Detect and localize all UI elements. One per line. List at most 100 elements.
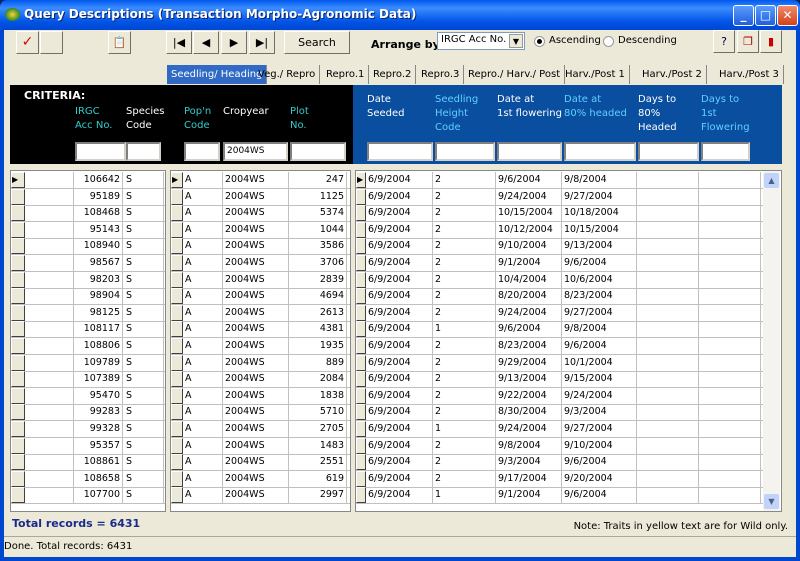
table-row[interactable]: 6/9/2004 2 9/1/2004 9/6/2004 <box>356 255 763 272</box>
table-row[interactable]: 6/9/2004 2 9/29/2004 10/1/2004 <box>356 354 763 372</box>
row-selector[interactable] <box>11 487 25 504</box>
table-row[interactable]: 6/9/2004 2 10/12/2004 10/15/2004 <box>356 221 763 239</box>
table-row[interactable]: ▶ A 2004WS 247 <box>171 172 350 189</box>
table-row[interactable]: A 2004WS 4694 <box>171 288 350 306</box>
table-row[interactable]: 108940 S <box>11 238 165 256</box>
first-record-button[interactable]: |◀ <box>166 31 192 54</box>
row-selector[interactable] <box>11 354 25 371</box>
table-row[interactable]: A 2004WS 1044 <box>171 221 350 239</box>
row-selector[interactable] <box>356 238 366 255</box>
row-selector[interactable] <box>11 271 25 288</box>
row-selector[interactable] <box>356 421 366 437</box>
criteria-input[interactable] <box>564 142 636 161</box>
ascending-radio[interactable] <box>534 36 545 47</box>
criteria-input[interactable] <box>367 142 433 161</box>
scroll-up-icon[interactable]: ▲ <box>764 173 779 188</box>
table-row[interactable]: A 2004WS 3706 <box>171 255 350 272</box>
table-row[interactable]: 6/9/2004 2 10/4/2004 10/6/2004 <box>356 271 763 289</box>
table-row[interactable]: 95470 S <box>11 387 165 405</box>
minimize-button[interactable]: _ <box>733 5 754 26</box>
tab-harv-post-3[interactable]: Harv./Post 3 <box>715 65 784 84</box>
row-selector[interactable] <box>11 304 25 321</box>
table-row[interactable]: 98203 S <box>11 271 165 289</box>
row-selector[interactable] <box>11 470 25 487</box>
last-record-button[interactable]: ▶| <box>249 31 275 54</box>
row-selector[interactable] <box>171 437 183 454</box>
table-row[interactable]: A 2004WS 619 <box>171 470 350 488</box>
table-row[interactable]: 6/9/2004 2 8/30/2004 9/3/2004 <box>356 404 763 422</box>
exit-door-icon-button[interactable]: ▮ <box>760 30 782 53</box>
check-icon-button[interactable]: ✓ <box>16 31 39 54</box>
criteria-input[interactable] <box>184 142 220 161</box>
row-selector[interactable] <box>11 338 25 354</box>
table-row[interactable]: A 2004WS 2551 <box>171 454 350 472</box>
criteria-input[interactable] <box>701 142 750 161</box>
table-row[interactable]: 98567 S <box>11 255 165 272</box>
row-selector[interactable] <box>11 288 25 305</box>
tab-repro-harv-post[interactable]: Repro./ Harv./ Post <box>464 65 566 84</box>
table-row[interactable]: 98125 S <box>11 304 165 322</box>
row-selector[interactable] <box>356 437 366 454</box>
blank-button[interactable] <box>40 31 63 54</box>
row-selector[interactable] <box>356 255 366 271</box>
criteria-input[interactable]: 2004WS <box>223 142 288 161</box>
table-row[interactable]: 107389 S <box>11 371 165 389</box>
criteria-input[interactable] <box>290 142 346 161</box>
close-button[interactable]: ✕ <box>777 5 798 26</box>
table-row[interactable]: 6/9/2004 2 9/17/2004 9/20/2004 <box>356 470 763 488</box>
row-selector[interactable] <box>171 454 183 471</box>
row-selector[interactable] <box>11 205 25 222</box>
table-row[interactable]: A 2004WS 3586 <box>171 238 350 256</box>
row-selector[interactable] <box>11 454 25 471</box>
row-selector[interactable]: ▶ <box>356 172 366 188</box>
table-row[interactable]: 6/9/2004 2 9/10/2004 9/13/2004 <box>356 238 763 256</box>
row-selector[interactable] <box>356 271 366 288</box>
row-selector[interactable] <box>171 487 183 504</box>
row-selector[interactable] <box>356 470 366 487</box>
row-selector[interactable] <box>171 205 183 222</box>
row-selector[interactable] <box>11 255 25 271</box>
row-selector[interactable] <box>356 188 366 205</box>
next-record-button[interactable]: ▶ <box>221 31 247 54</box>
row-selector[interactable] <box>11 437 25 454</box>
vertical-scrollbar[interactable]: ▲ ▼ <box>763 171 780 511</box>
search-button[interactable]: Search <box>284 31 350 54</box>
table-row[interactable]: 95143 S <box>11 221 165 239</box>
table-row[interactable]: A 2004WS 2084 <box>171 371 350 389</box>
table-row[interactable]: A 2004WS 2839 <box>171 271 350 289</box>
table-row[interactable]: 95189 S <box>11 188 165 206</box>
table-row[interactable]: 6/9/2004 2 8/23/2004 9/6/2004 <box>356 338 763 355</box>
row-selector[interactable]: ▶ <box>171 172 183 188</box>
row-selector[interactable] <box>356 487 366 504</box>
table-row[interactable]: 6/9/2004 2 8/20/2004 8/23/2004 <box>356 288 763 306</box>
row-selector[interactable] <box>171 221 183 238</box>
help-icon-button[interactable]: ? <box>713 30 735 53</box>
row-selector[interactable] <box>171 371 183 388</box>
row-selector[interactable] <box>356 338 366 354</box>
tab-harv-post-2[interactable]: Harv./Post 2 <box>638 65 707 84</box>
table-row[interactable]: A 2004WS 2997 <box>171 487 350 505</box>
table-row[interactable]: A 2004WS 1838 <box>171 387 350 405</box>
table-row[interactable]: A 2004WS 2705 <box>171 421 350 438</box>
row-selector[interactable] <box>171 255 183 271</box>
chevron-down-icon[interactable]: ▼ <box>509 34 523 48</box>
table-row[interactable]: A 2004WS 1483 <box>171 437 350 455</box>
row-selector[interactable] <box>171 238 183 255</box>
criteria-input[interactable] <box>75 142 126 161</box>
table-row[interactable]: 6/9/2004 1 9/24/2004 9/27/2004 <box>356 421 763 438</box>
tab-harv-post-1[interactable]: Harv./Post 1 <box>561 65 630 84</box>
tab-repro-2[interactable]: Repro.2 <box>369 65 417 84</box>
scroll-down-icon[interactable]: ▼ <box>764 494 779 509</box>
row-selector[interactable] <box>356 321 366 338</box>
row-selector[interactable] <box>171 404 183 421</box>
table-row[interactable]: A 2004WS 5374 <box>171 205 350 223</box>
table-row[interactable]: 6/9/2004 2 9/8/2004 9/10/2004 <box>356 437 763 455</box>
row-selector[interactable] <box>171 421 183 437</box>
table-row[interactable]: 95357 S <box>11 437 165 455</box>
criteria-input[interactable] <box>126 142 161 161</box>
maximize-button[interactable]: □ <box>755 5 776 26</box>
table-row[interactable]: 6/9/2004 1 9/6/2004 9/8/2004 <box>356 321 763 339</box>
table-row[interactable]: 6/9/2004 2 9/22/2004 9/24/2004 <box>356 387 763 405</box>
table-row[interactable]: A 2004WS 2613 <box>171 304 350 322</box>
row-selector[interactable] <box>356 454 366 471</box>
